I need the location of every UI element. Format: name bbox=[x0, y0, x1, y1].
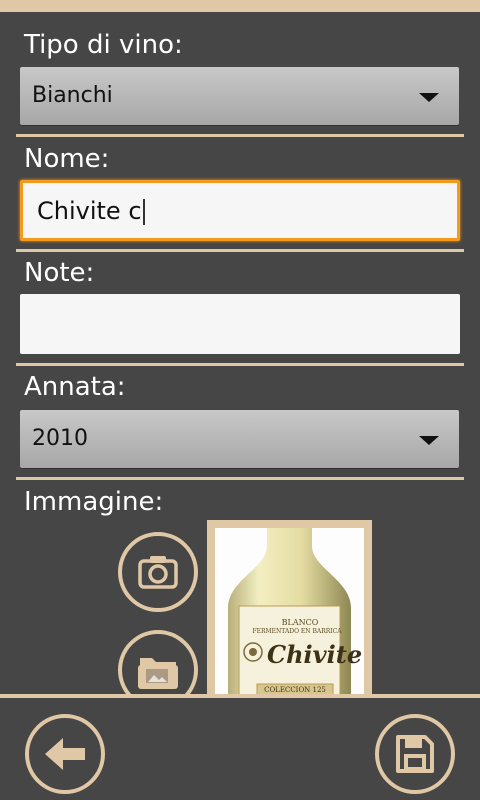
divider bbox=[16, 363, 464, 366]
text-cursor bbox=[142, 199, 145, 225]
save-button[interactable] bbox=[375, 714, 455, 794]
chevron-down-icon bbox=[419, 93, 439, 102]
notes-label: Note: bbox=[24, 258, 95, 288]
bottle-brand-text: Chivite bbox=[267, 640, 363, 669]
name-label: Nome: bbox=[24, 144, 110, 174]
wine-photo-frame[interactable]: BLANCO FERMENTADO EN BARRICA Chivite COL… bbox=[207, 520, 372, 700]
wine-bottle-image: BLANCO FERMENTADO EN BARRICA Chivite COL… bbox=[215, 528, 364, 700]
back-button[interactable] bbox=[25, 714, 105, 794]
bottle-subtitle-text: FERMENTADO EN BARRICA bbox=[252, 628, 342, 635]
chevron-down-icon bbox=[419, 436, 439, 445]
save-icon bbox=[396, 735, 434, 773]
name-input[interactable]: Chivite c bbox=[20, 180, 460, 241]
camera-icon bbox=[138, 556, 178, 589]
bottle-collection-text: COLECCION 125 bbox=[264, 686, 326, 694]
image-label: Immagine: bbox=[24, 487, 164, 517]
camera-button[interactable] bbox=[118, 532, 198, 612]
wine-type-value: Bianchi bbox=[32, 83, 113, 108]
back-arrow-icon bbox=[45, 738, 85, 770]
divider bbox=[16, 134, 464, 137]
notes-input[interactable] bbox=[20, 294, 460, 354]
vintage-select[interactable]: 2010 bbox=[20, 410, 459, 468]
vintage-label: Annata: bbox=[24, 372, 126, 402]
divider bbox=[16, 249, 464, 252]
top-accent-bar bbox=[0, 0, 480, 12]
wine-type-select[interactable]: Bianchi bbox=[20, 67, 459, 125]
divider bbox=[16, 477, 464, 480]
name-value: Chivite c bbox=[37, 197, 142, 225]
bottom-action-bar bbox=[0, 694, 480, 800]
wine-type-label: Tipo di vino: bbox=[24, 30, 183, 60]
vintage-value: 2010 bbox=[32, 426, 88, 451]
bottle-type-text: BLANCO bbox=[281, 618, 319, 627]
